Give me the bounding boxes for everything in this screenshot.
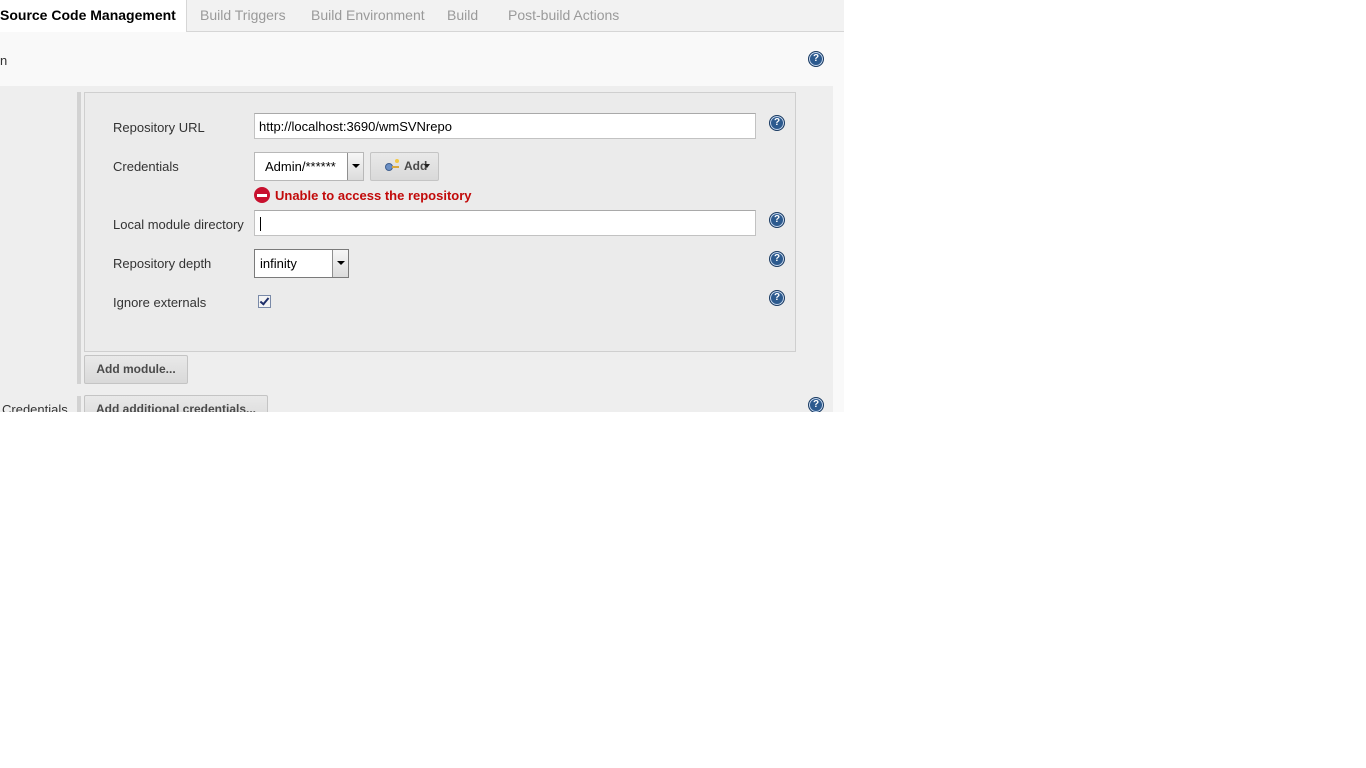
local-module-dir-label: Local module directory — [113, 217, 244, 232]
dropdown-arrow-icon — [424, 164, 430, 168]
additional-credentials-help-icon[interactable]: ? — [808, 397, 824, 412]
tab-build[interactable]: Build — [447, 0, 478, 31]
chevron-down-icon — [332, 250, 348, 277]
repository-depth-help-icon[interactable]: ? — [769, 251, 785, 267]
tab-build-triggers[interactable]: Build Triggers — [200, 0, 286, 31]
tab-post-build-actions[interactable]: Post-build Actions — [508, 0, 619, 31]
scm-help-icon[interactable]: ? — [808, 51, 824, 67]
repository-depth-selected-value: infinity — [260, 256, 297, 271]
key-icon — [385, 159, 399, 171]
add-credentials-button[interactable]: Add — [370, 152, 439, 181]
add-additional-credentials-button[interactable]: Add additional credentials... — [84, 395, 268, 412]
ignore-externals-help-icon[interactable]: ? — [769, 290, 785, 306]
credentials-label: Credentials — [113, 159, 179, 174]
repository-depth-label: Repository depth — [113, 256, 212, 271]
credentials-select[interactable]: Admin/****** — [254, 152, 364, 181]
chevron-down-icon — [347, 153, 363, 180]
tab-build-environment[interactable]: Build Environment — [311, 0, 425, 31]
text-cursor — [260, 217, 261, 231]
repository-error-text: Unable to access the repository — [275, 188, 472, 203]
local-module-dir-input[interactable] — [254, 210, 756, 236]
local-module-dir-help-icon[interactable]: ? — [769, 212, 785, 228]
additional-credentials-label-cut: Credentials — [2, 402, 68, 412]
ignore-externals-label: Ignore externals — [113, 295, 207, 310]
error-icon — [254, 187, 270, 203]
repository-depth-select[interactable]: infinity — [254, 249, 349, 278]
repository-url-input[interactable] — [254, 113, 756, 139]
repository-url-help-icon[interactable]: ? — [769, 115, 785, 131]
section-indent-bar-lower — [77, 396, 81, 412]
config-tab-bar: Source Code Management Build Triggers Bu… — [0, 0, 844, 32]
credentials-selected-value: Admin/****** — [265, 159, 336, 174]
repository-url-label: Repository URL — [113, 120, 205, 135]
ignore-externals-checkbox[interactable] — [258, 295, 271, 308]
scm-option-label-cut: n — [0, 53, 8, 68]
add-module-button[interactable]: Add module... — [84, 355, 188, 384]
section-indent-bar — [77, 92, 81, 384]
job-config-viewport: Source Code Management Build Triggers Bu… — [0, 0, 844, 412]
tab-source-code-management[interactable]: Source Code Management — [0, 0, 187, 32]
